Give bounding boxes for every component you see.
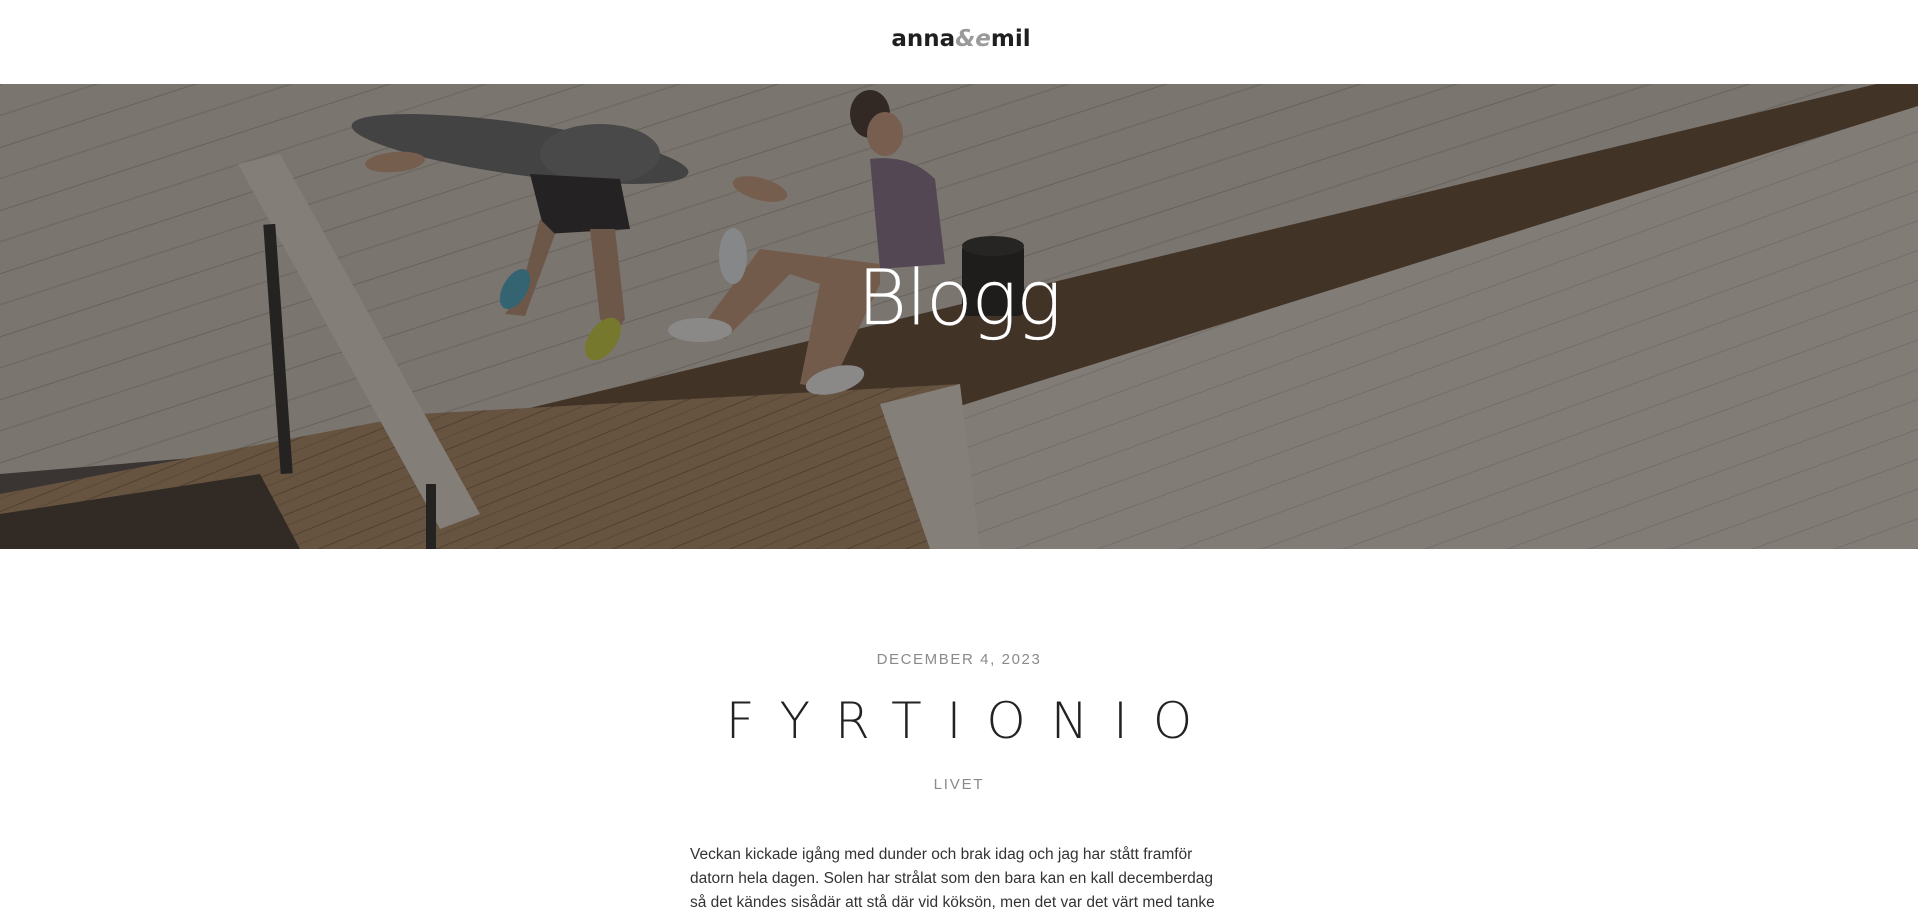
post-category-link[interactable]: LIVET — [0, 776, 1918, 793]
post-body: Veckan kickade igång med dunder och brak… — [690, 843, 1230, 915]
logo-text-mil: mil — [990, 25, 1031, 52]
logo-text-anna: anna — [891, 25, 956, 52]
post-body-line: Veckan kickade igång med dunder och brak… — [690, 846, 1193, 863]
post-body-line: så det kändes sisådär att stå där vid kö… — [690, 894, 1215, 911]
site-header: anna &e mil — [0, 0, 1918, 84]
logo-text-ampersand: &e — [955, 25, 991, 52]
site-logo[interactable]: anna &e mil — [891, 25, 1031, 52]
hero-banner: Blogg — [0, 84, 1918, 549]
post-body-line: datorn hela dagen. Solen har strålat som… — [690, 870, 1214, 887]
post-title[interactable]: FYRTIONIO — [0, 694, 1918, 749]
hero-title: Blogg — [857, 253, 1062, 342]
post-date: DECEMBER 4, 2023 — [876, 651, 1042, 668]
